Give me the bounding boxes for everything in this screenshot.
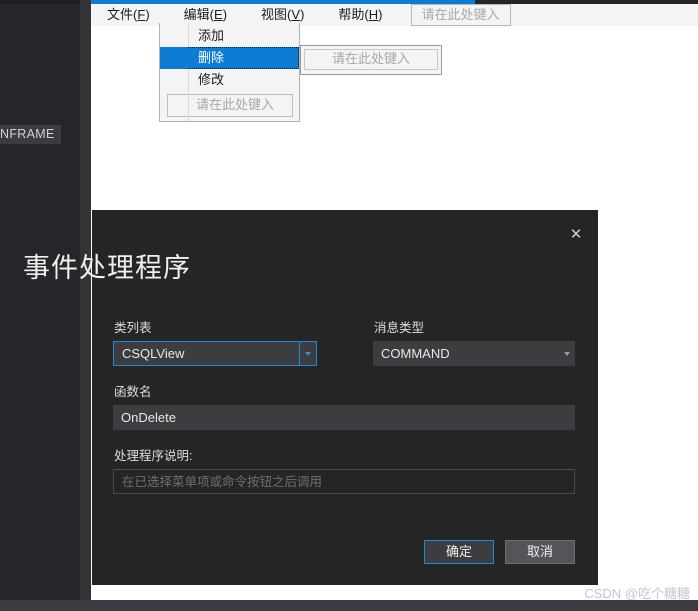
handler-description-readonly: 在已选择菜单项或命令按钮之后调用 xyxy=(113,469,575,494)
dropdown-type-here-placeholder[interactable]: 请在此处键入 xyxy=(167,94,293,117)
menu-item-delete[interactable]: 删除 xyxy=(160,47,299,69)
edit-dropdown-menu: 添加 删除 修改 请在此处键入 xyxy=(159,23,300,122)
menu-help-mnemonic: H xyxy=(368,7,379,22)
menu-edit[interactable]: 编辑(E) xyxy=(178,5,233,25)
menu-file-label: 文件 xyxy=(107,7,134,22)
function-name-input[interactable]: OnDelete xyxy=(113,405,575,430)
menu-view[interactable]: 视图(V) xyxy=(255,5,310,25)
submenu-type-here-placeholder[interactable]: 请在此处键入 xyxy=(300,45,442,75)
handler-description-value: 在已选择菜单项或命令按钮之后调用 xyxy=(122,474,323,489)
left-tool-panel xyxy=(0,0,80,611)
menu-item-delete-label: 删除 xyxy=(198,50,225,65)
message-type-combobox[interactable]: COMMAND xyxy=(373,341,575,366)
function-name-label: 函数名 xyxy=(114,385,152,399)
chevron-down-icon[interactable] xyxy=(559,341,575,366)
menu-view-label: 视图 xyxy=(261,7,288,22)
panel-splitter[interactable] xyxy=(80,0,91,611)
close-icon[interactable]: ✕ xyxy=(563,221,589,247)
ide-root: NFRAME 文件(F) 编辑(E) 视图(V) 帮助(H) 请在此处键入 添加… xyxy=(0,0,698,611)
function-name-value: OnDelete xyxy=(121,409,176,425)
chevron-down-icon[interactable] xyxy=(299,342,316,365)
message-type-label: 消息类型 xyxy=(374,321,425,335)
menu-item-modify-label: 修改 xyxy=(198,72,225,87)
class-list-combobox[interactable]: CSQLView xyxy=(113,341,317,366)
left-panel-top-edge xyxy=(0,0,80,4)
dialog-title: 事件处理程序 xyxy=(23,253,191,283)
menu-item-add[interactable]: 添加 xyxy=(160,25,299,47)
submenu-type-here-label: 请在此处键入 xyxy=(304,49,438,70)
menu-item-modify[interactable]: 修改 xyxy=(160,69,299,91)
handler-description-label: 处理程序说明: xyxy=(114,449,193,463)
menu-file[interactable]: 文件(F) xyxy=(101,5,156,25)
menubar-type-here-placeholder[interactable]: 请在此处键入 xyxy=(410,4,511,26)
menu-help-label: 帮助 xyxy=(338,7,365,22)
class-list-value: CSQLView xyxy=(122,345,185,361)
menu-view-mnemonic: V xyxy=(291,7,301,22)
menu-help[interactable]: 帮助(H) xyxy=(332,5,388,25)
menu-edit-label: 编辑 xyxy=(183,7,210,22)
class-list-label: 类列表 xyxy=(114,321,152,335)
menu-file-mnemonic: F xyxy=(137,7,146,22)
ok-button[interactable]: 确定 xyxy=(424,540,494,564)
message-type-value: COMMAND xyxy=(381,345,450,361)
menu-item-add-label: 添加 xyxy=(198,28,225,43)
menu-edit-mnemonic: E xyxy=(214,7,223,22)
nframe-chip-label: NFRAME xyxy=(0,125,61,144)
status-bar xyxy=(0,600,698,611)
cancel-button[interactable]: 取消 xyxy=(505,540,575,564)
